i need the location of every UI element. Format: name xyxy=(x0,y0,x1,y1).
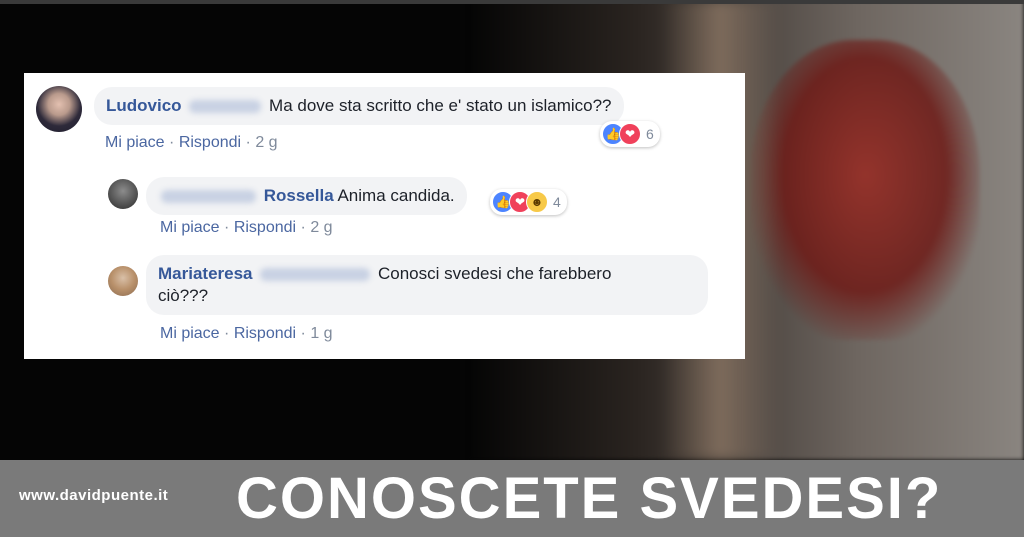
reactions-badge[interactable]: 👍 ❤ 6 xyxy=(600,121,660,147)
reply-link[interactable]: Rispondi xyxy=(234,219,296,236)
top-border xyxy=(0,0,1024,4)
timestamp[interactable]: 2 g xyxy=(255,134,277,151)
avatar[interactable] xyxy=(108,266,138,296)
comment-text: Anima candida. xyxy=(337,186,455,205)
reaction-count: 6 xyxy=(646,126,654,142)
comment-author[interactable]: Mariateresa xyxy=(158,264,253,283)
redacted-surname xyxy=(189,100,262,114)
redacted-name xyxy=(161,190,256,204)
reaction-count: 4 xyxy=(553,194,561,210)
comment-actions: Mi piace · Rispondi · 1 g xyxy=(160,325,333,342)
timestamp[interactable]: 2 g xyxy=(310,219,332,236)
comment-author[interactable]: Rossella xyxy=(264,186,334,205)
headline: CONOSCETE SVEDESI? xyxy=(236,466,943,531)
comments-screenshot: Ludovico Ma dove sta scritto che e' stat… xyxy=(24,73,745,359)
reply-link[interactable]: Rispondi xyxy=(234,325,296,342)
like-link[interactable]: Mi piace xyxy=(160,219,220,236)
timestamp[interactable]: 1 g xyxy=(310,325,332,342)
like-link[interactable]: Mi piace xyxy=(160,325,220,342)
avatar[interactable] xyxy=(36,86,82,132)
avatar[interactable] xyxy=(108,179,138,209)
reply-link[interactable]: Rispondi xyxy=(179,134,241,151)
love-icon: ❤ xyxy=(619,123,641,145)
like-link[interactable]: Mi piace xyxy=(105,134,165,151)
comment-bubble: Ludovico Ma dove sta scritto che e' stat… xyxy=(94,87,624,125)
redacted-surname xyxy=(260,268,371,282)
comment-author[interactable]: Ludovico xyxy=(106,96,182,115)
comment-actions: Mi piace · Rispondi · 2 g xyxy=(160,219,333,236)
comment-text: Ma dove sta scritto che e' stato un isla… xyxy=(269,96,612,115)
comment-text-line1: Conosci svedesi che farebbero xyxy=(377,264,612,283)
reactions-badge[interactable]: 👍 ❤ ☻ 4 xyxy=(490,189,567,215)
comment-actions: Mi piace · Rispondi · 2 g xyxy=(105,134,278,151)
comment-text-line2: ciò??? xyxy=(158,286,209,305)
haha-icon: ☻ xyxy=(526,191,548,213)
comment-bubble: Mariateresa Conosci svedesi che farebber… xyxy=(146,255,708,315)
site-url: www.davidpuente.it xyxy=(19,487,169,504)
comment-bubble: Rossella Anima candida. xyxy=(146,177,467,215)
